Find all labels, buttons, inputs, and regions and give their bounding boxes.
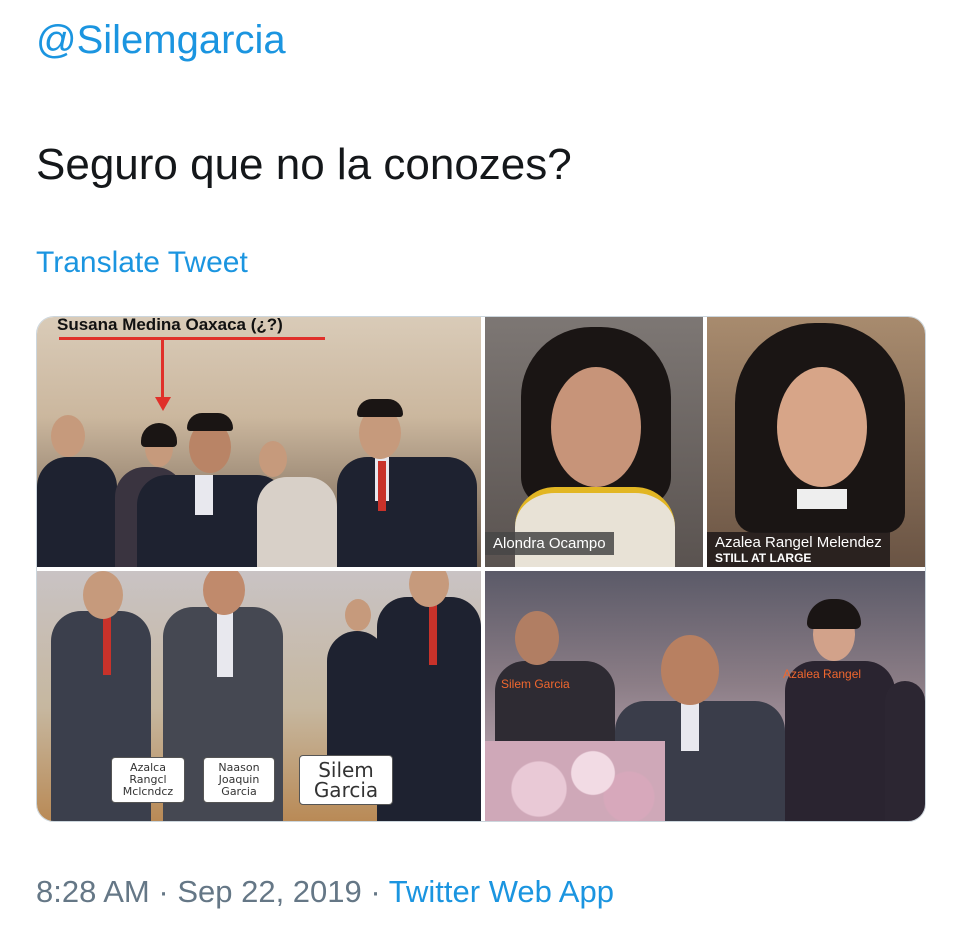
media-grid: Susana Medina Oaxaca (¿?) Alondra Ocampo… [36,316,926,822]
person-shirt [515,487,675,567]
name-label-box: Azalca Rangcl Mclcndcz [111,757,185,803]
translate-tweet-link[interactable]: Translate Tweet [36,246,248,280]
media-photo-3[interactable]: Azalea Rangel Melendez STILL AT LARGE [707,317,925,567]
person-face [551,367,641,487]
tweet-time[interactable]: 8:28 AM [36,874,150,909]
meta-separator: · [370,874,381,909]
name-tag: Azalea Rangel [783,667,862,681]
person-figure [37,317,481,567]
flower-arrangement [485,741,665,821]
tweet-meta: 8:28 AM · Sep 22, 2019 · Twitter Web App [36,874,614,910]
photo-caption-box: Azalea Rangel Melendez STILL AT LARGE [707,532,890,567]
tweet-author-handle[interactable]: @Silemgarcia [36,18,286,63]
name-label-box: Silem Garcia [299,755,393,805]
name-label-box: Naason Joaquin Garcia [203,757,275,803]
name-tag: Silem Garcia [501,677,570,691]
person-collar [797,489,847,509]
meta-separator: · [158,874,169,909]
media-photo-1[interactable]: Susana Medina Oaxaca (¿?) [37,317,481,567]
tweet-source-link[interactable]: Twitter Web App [389,874,614,909]
media-photo-4[interactable]: Azalca Rangcl Mclcndcz Naason Joaquin Ga… [37,571,481,821]
person-face [777,367,867,487]
tweet-date[interactable]: Sep 22, 2019 [177,874,361,909]
tweet-text: Seguro que no la conozes? [36,140,572,189]
photo-subcaption: STILL AT LARGE [715,551,812,565]
photo-caption: Azalea Rangel Melendez [715,534,882,551]
media-photo-2[interactable]: Alondra Ocampo [485,317,703,567]
photo-caption: Alondra Ocampo [485,532,614,555]
media-photo-5[interactable]: Silem Garcia Azalea Rangel [485,571,925,821]
